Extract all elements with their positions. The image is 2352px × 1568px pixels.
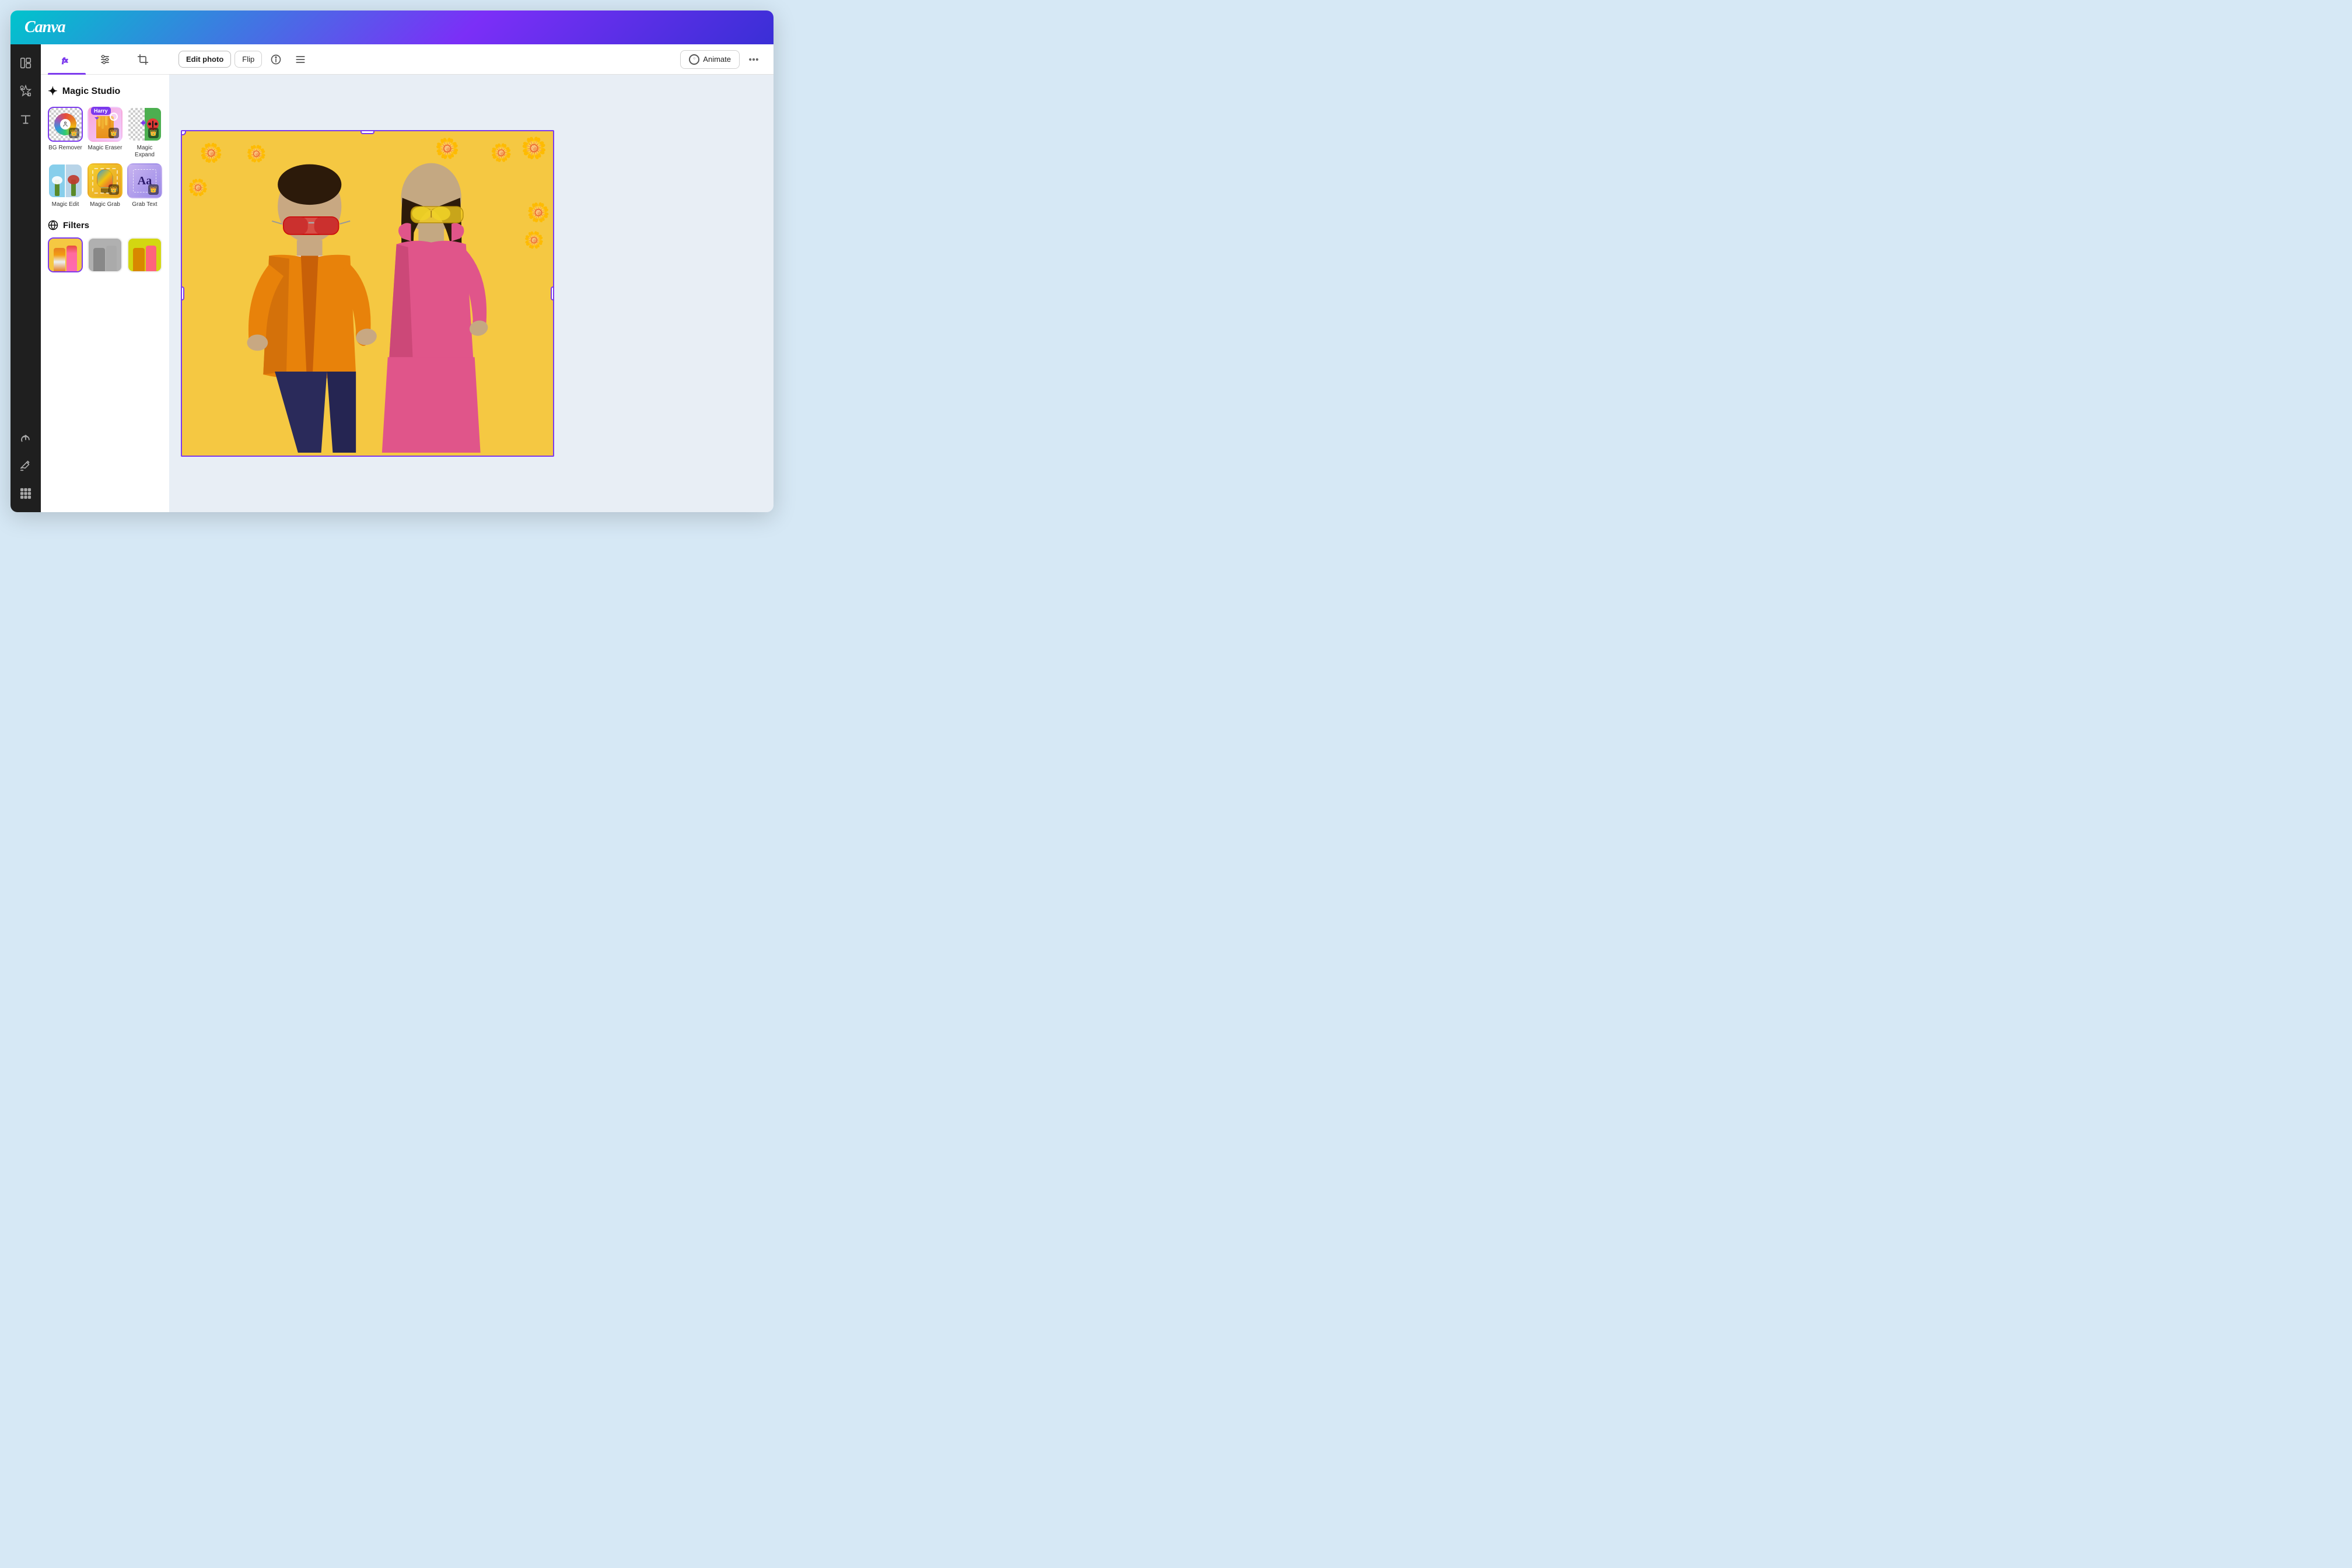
filters-icon <box>48 220 58 230</box>
panel-content: ✦ Magic Studio <box>41 75 169 512</box>
tool-magic-grab[interactable]: 👑 Magic Grab <box>88 163 123 208</box>
edit-photo-button[interactable]: Edit photo <box>178 51 231 68</box>
bg-remover-card[interactable]: 👑 <box>48 107 83 142</box>
filters-heading: Filters <box>48 220 162 230</box>
sidebar-item-elements[interactable] <box>14 79 37 103</box>
magic-grab-label: Magic Grab <box>90 201 120 208</box>
menu-button[interactable] <box>290 49 311 70</box>
main-area: fx <box>10 44 774 512</box>
man-figure <box>247 164 378 453</box>
magic-edit-card[interactable] <box>48 163 83 198</box>
filter-grid <box>48 237 162 275</box>
effects-panel: fx <box>41 44 169 512</box>
woman-figure <box>382 163 489 453</box>
grab-text-card[interactable]: Aa 👑 <box>127 163 162 198</box>
crown-icon-eraser: 👑 <box>108 128 119 138</box>
animate-button[interactable]: ○ Animate <box>680 50 740 69</box>
bg-remover-label: BG Remover <box>48 145 82 152</box>
filter-warm-card[interactable] <box>127 237 162 272</box>
magic-studio-grid: 👑 BG Remover Harry <box>48 107 162 208</box>
tool-grab-text[interactable]: Aa 👑 Grab Text <box>127 163 162 208</box>
tool-magic-edit[interactable]: Magic Edit <box>48 163 83 208</box>
filter-warm[interactable] <box>127 237 162 275</box>
tool-magic-eraser[interactable]: Harry <box>88 107 123 159</box>
sidebar-item-panels[interactable] <box>14 51 37 75</box>
animate-label: Animate <box>703 55 731 64</box>
canva-logo: Canva <box>24 18 65 37</box>
handle-tm[interactable] <box>360 131 374 134</box>
people-svg <box>182 131 553 456</box>
more-options-button[interactable] <box>743 49 764 70</box>
handle-lm[interactable] <box>182 286 184 300</box>
tab-effects[interactable]: fx <box>48 44 86 75</box>
canvas-area: Edit photo Flip <box>169 44 774 512</box>
photo-scene: 🌼 🌼 🌼 🌼 🌼 🌼 🌼 🌼 <box>182 131 553 456</box>
filter-grayscale-card[interactable] <box>88 237 123 272</box>
flip-label: Flip <box>242 55 254 64</box>
sidebar-item-apps[interactable] <box>14 482 37 505</box>
globe-icon: ○ <box>689 54 699 65</box>
tool-magic-expand[interactable]: 👑 Magic Expand <box>127 107 162 159</box>
info-button[interactable] <box>265 49 286 70</box>
sidebar-item-upload[interactable] <box>14 426 37 449</box>
filter-original[interactable] <box>48 237 83 275</box>
app-window: Canva <box>10 10 774 512</box>
sparkle-icon: ✦ <box>48 84 58 99</box>
magic-edit-label: Magic Edit <box>52 201 79 208</box>
filter-grayscale[interactable] <box>88 237 123 275</box>
tool-bg-remover[interactable]: 👑 BG Remover <box>48 107 83 159</box>
magic-studio-label: Magic Studio <box>62 86 121 97</box>
app-header: Canva <box>10 10 774 44</box>
magic-expand-card[interactable]: 👑 <box>127 107 162 142</box>
crown-icon-grab-text: 👑 <box>148 184 159 195</box>
magic-expand-label: Magic Expand <box>127 145 162 159</box>
filter-original-card[interactable] <box>48 237 83 272</box>
flip-button[interactable]: Flip <box>235 51 262 68</box>
tab-adjust[interactable] <box>86 44 124 75</box>
sidebar-item-text[interactable] <box>14 107 37 131</box>
magic-studio-heading: ✦ Magic Studio <box>48 84 162 99</box>
magic-eraser-label: Magic Eraser <box>88 145 123 152</box>
grab-text-label: Grab Text <box>132 201 157 208</box>
filters-label: Filters <box>63 220 89 230</box>
harry-badge: Harry <box>91 107 111 115</box>
magic-eraser-card[interactable]: Harry <box>88 107 123 142</box>
crown-icon-grab: 👑 <box>108 184 119 195</box>
toolbar: Edit photo Flip <box>169 44 774 75</box>
edit-photo-label: Edit photo <box>186 55 223 64</box>
filters-section: Filters <box>48 220 162 275</box>
canvas-viewport: 🌼 🌼 🌼 🌼 🌼 🌼 🌼 🌼 <box>169 75 774 512</box>
svg-text:fx: fx <box>62 57 68 64</box>
magic-grab-card[interactable]: 👑 <box>88 163 123 198</box>
panel-tabs: fx <box>41 44 169 75</box>
sidebar-dark <box>10 44 41 512</box>
canvas-frame[interactable]: 🌼 🌼 🌼 🌼 🌼 🌼 🌼 🌼 <box>181 130 554 457</box>
sidebar-item-draw[interactable] <box>14 454 37 477</box>
handle-rm[interactable] <box>551 286 553 300</box>
crown-icon: 👑 <box>69 128 79 138</box>
tab-crop[interactable] <box>124 44 162 75</box>
